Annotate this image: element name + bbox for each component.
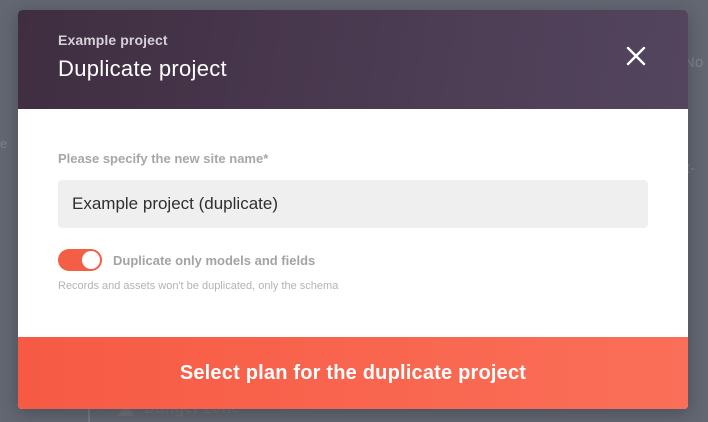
modal-header: Example project Duplicate project (18, 10, 688, 109)
duplicate-project-modal: Example project Duplicate project Please… (18, 10, 688, 409)
duplicate-models-option: Duplicate only models and fields (58, 249, 648, 271)
toggle-label: Duplicate only models and fields (113, 252, 316, 268)
site-name-input[interactable] (58, 180, 648, 228)
background-text: e (0, 136, 8, 151)
modal-body: Please specify the new site name* Duplic… (18, 109, 688, 337)
duplicate-models-toggle[interactable] (58, 249, 102, 271)
close-icon (626, 46, 646, 66)
toggle-hint: Records and assets won't be duplicated, … (58, 280, 339, 292)
site-name-label: Please specify the new site name* (58, 151, 269, 166)
toggle-knob (82, 251, 100, 269)
modal-subtitle: Example project (58, 32, 168, 48)
modal-title: Duplicate project (58, 56, 227, 81)
close-button[interactable] (624, 44, 648, 68)
select-plan-button[interactable]: Select plan for the duplicate project (18, 337, 688, 409)
